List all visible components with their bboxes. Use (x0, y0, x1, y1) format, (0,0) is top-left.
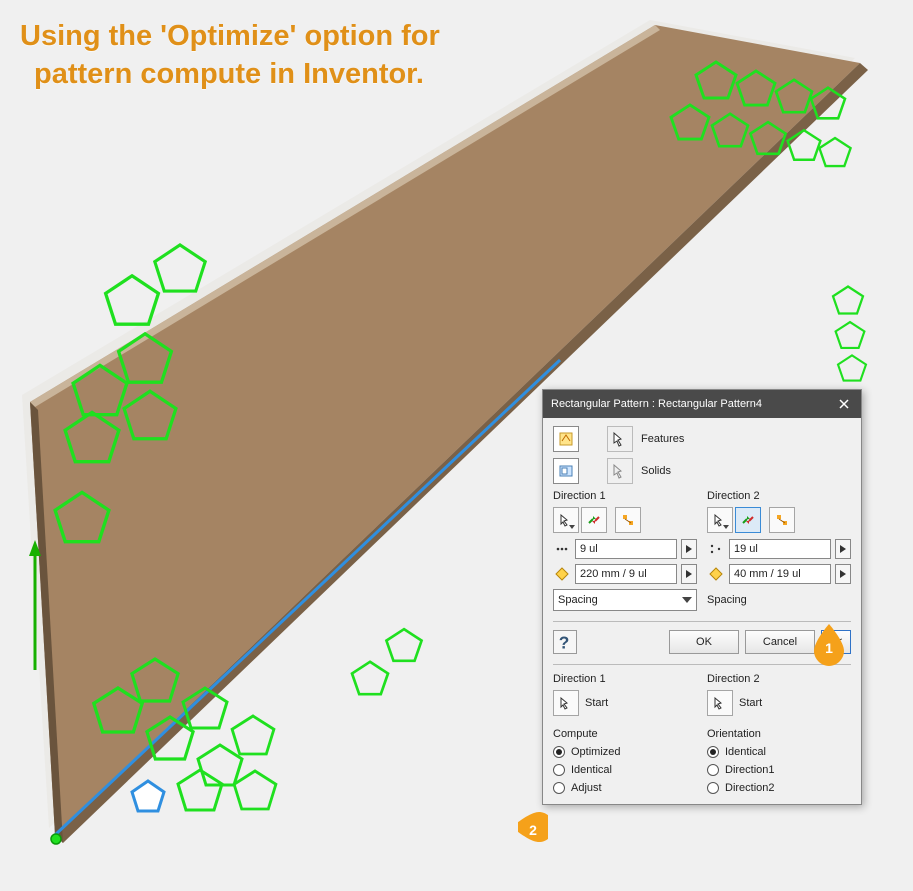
orientation-direction1-radio[interactable]: Direction1 (707, 764, 851, 776)
close-button[interactable] (835, 395, 853, 413)
callout-2-label: 2 (529, 822, 537, 848)
direction2-start-label: Start (739, 697, 762, 709)
direction2-flip-button[interactable] (735, 507, 761, 533)
direction1-count-stepper[interactable] (681, 539, 697, 559)
radio-label: Direction1 (725, 764, 775, 776)
orientation-identical-radio[interactable]: Identical (707, 746, 851, 758)
callout-2: 2 (518, 806, 548, 848)
direction1-spacing-stepper[interactable] (681, 564, 697, 584)
direction2-spacing-mode-value: Spacing (707, 594, 747, 606)
lower-direction2-heading: Direction 2 (707, 673, 851, 685)
direction2-start-pick-button[interactable] (707, 690, 733, 716)
radio-icon (707, 764, 719, 776)
annotation-line2: pattern compute in Inventor. (20, 56, 440, 94)
compute-identical-radio[interactable]: Identical (553, 764, 697, 776)
chevron-down-icon (682, 594, 692, 606)
direction2-midplane-button[interactable] (769, 507, 795, 533)
compute-heading: Compute (553, 728, 697, 740)
radio-label: Adjust (571, 782, 602, 794)
direction1-spacing-mode-combo[interactable]: Spacing (553, 589, 697, 611)
direction1-start-pick-button[interactable] (553, 690, 579, 716)
orientation-heading: Orientation (707, 728, 851, 740)
direction1-flip-button[interactable] (581, 507, 607, 533)
features-filter-button[interactable] (553, 426, 579, 452)
solids-label: Solids (641, 465, 671, 477)
direction2-count-input[interactable]: 19 ul (729, 539, 831, 559)
direction2-pick-button[interactable] (707, 507, 733, 533)
dialog-titlebar[interactable]: Rectangular Pattern : Rectangular Patter… (543, 390, 861, 418)
features-label: Features (641, 433, 684, 445)
callout-1-label: 1 (825, 640, 833, 666)
select-features-button[interactable] (607, 426, 633, 452)
direction1-start-label: Start (585, 697, 608, 709)
dialog-title: Rectangular Pattern : Rectangular Patter… (551, 398, 762, 410)
radio-icon (707, 782, 719, 794)
radio-label: Identical (725, 746, 766, 758)
direction2-spacing-input[interactable]: 40 mm / 19 ul (729, 564, 831, 584)
annotation-heading: Using the 'Optimize' option for pattern … (20, 18, 440, 93)
direction2-group: Direction 2 19 ul 40 mm / 19 ul (707, 490, 851, 611)
select-solids-button[interactable] (607, 458, 633, 484)
lower-direction1-heading: Direction 1 (553, 673, 697, 685)
direction2-spacing-mode-combo[interactable]: Spacing (707, 589, 851, 611)
spacing-icon (553, 565, 571, 583)
direction1-spacing-input[interactable]: 220 mm / 9 ul (575, 564, 677, 584)
direction1-spacing-mode-value: Spacing (558, 594, 598, 606)
direction2-count-stepper[interactable] (835, 539, 851, 559)
direction1-pick-button[interactable] (553, 507, 579, 533)
count-icon (553, 540, 571, 558)
radio-icon (553, 764, 565, 776)
radio-label: Identical (571, 764, 612, 776)
annotation-line1: Using the 'Optimize' option for (20, 18, 440, 56)
radio-label: Direction2 (725, 782, 775, 794)
direction1-count-input[interactable]: 9 ul (575, 539, 677, 559)
lower-direction2-group: Direction 2 Start (707, 673, 851, 716)
solids-filter-button[interactable] (553, 458, 579, 484)
compute-optimized-radio[interactable]: Optimized (553, 746, 697, 758)
orientation-group: Orientation Identical Direction1 Directi… (707, 728, 851, 794)
cancel-button[interactable]: Cancel (745, 630, 815, 654)
direction1-midplane-button[interactable] (615, 507, 641, 533)
direction1-group: Direction 1 9 ul 220 mm / 9 ul (553, 490, 697, 611)
compute-group: Compute Optimized Identical Adjust (553, 728, 697, 794)
radio-label: Optimized (571, 746, 621, 758)
count-icon (707, 540, 725, 558)
compute-adjust-radio[interactable]: Adjust (553, 782, 697, 794)
lower-direction1-group: Direction 1 Start (553, 673, 697, 716)
direction2-heading: Direction 2 (707, 490, 851, 502)
callout-1: 1 (814, 624, 844, 666)
rectangular-pattern-dialog: Rectangular Pattern : Rectangular Patter… (542, 389, 862, 805)
radio-icon (553, 746, 565, 758)
radio-icon (707, 746, 719, 758)
direction1-heading: Direction 1 (553, 490, 697, 502)
help-button[interactable]: ? (553, 630, 577, 654)
radio-icon (553, 782, 565, 794)
svg-text:?: ? (559, 632, 570, 652)
ok-button[interactable]: OK (669, 630, 739, 654)
direction2-spacing-stepper[interactable] (835, 564, 851, 584)
spacing-icon (707, 565, 725, 583)
orientation-direction2-radio[interactable]: Direction2 (707, 782, 851, 794)
